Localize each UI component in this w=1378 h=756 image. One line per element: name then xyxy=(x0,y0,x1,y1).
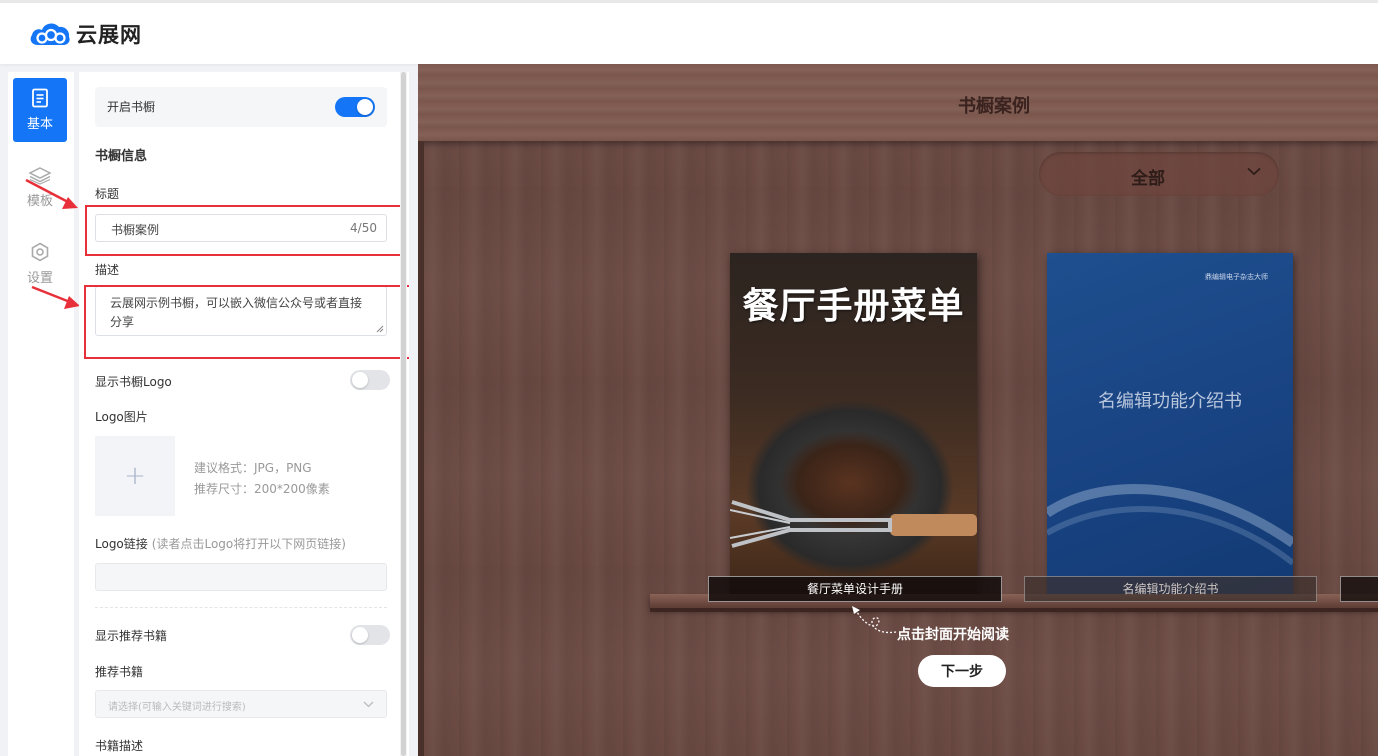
show-recommend-label: 显示推荐书籍 xyxy=(95,629,168,643)
enable-bookcase-label: 开启书橱 xyxy=(107,100,156,114)
plus-icon: + xyxy=(124,461,146,491)
show-recommend-toggle[interactable] xyxy=(350,625,390,645)
logo-link-title: Logo链接 xyxy=(95,537,148,551)
next-step-button[interactable]: 下一步 xyxy=(918,655,1006,687)
chevron-down-icon xyxy=(1247,167,1261,176)
fork-illustration xyxy=(730,500,977,548)
logo-link-input[interactable] xyxy=(95,563,387,591)
title-highlight-box xyxy=(85,205,403,256)
recommend-select-placeholder: 请选择(可输入关键词进行搜索) xyxy=(108,702,246,713)
logo-image-label: Logo图片 xyxy=(95,410,148,424)
book-description-label: 书籍描述 xyxy=(95,739,144,753)
description-label: 描述 xyxy=(95,263,120,277)
category-selected-value: 全部 xyxy=(1131,169,1165,189)
book-label-restaurant-menu[interactable]: 餐厅菜单设计手册 xyxy=(708,576,1002,602)
enable-bookcase-row: 开启书橱 xyxy=(95,87,387,127)
bookcase-preview: 书橱案例 全部 餐厅手册菜单 鼎编辑电子杂志大师 名编辑功能介绍书 餐厅菜单设计… xyxy=(418,64,1378,756)
recommend-books-label: 推荐书籍 xyxy=(95,665,144,679)
logo-upload-button[interactable]: + xyxy=(95,436,175,516)
recommend-books-select[interactable]: 请选择(可输入关键词进行搜索) xyxy=(95,690,387,718)
shelf-board-edge xyxy=(650,608,1378,612)
settings-panel: 开启书橱 书橱信息 标题 书橱案例 4/50 描述 云展网示例书橱，可以嵌入微信… xyxy=(79,72,409,756)
book-cover-title: 餐厅手册菜单 xyxy=(742,286,965,327)
book-label-partial[interactable] xyxy=(1340,576,1378,602)
book-cover-title: 名编辑功能介绍书 xyxy=(1098,391,1242,412)
show-logo-label: 显示书橱Logo xyxy=(95,375,172,389)
description-highlight-box xyxy=(84,285,409,359)
shelf-side-post xyxy=(418,141,424,756)
shelf-title: 书橱案例 xyxy=(958,96,1030,117)
book-cover-restaurant-menu[interactable]: 餐厅手册菜单 xyxy=(730,253,977,603)
book-label-editor-intro[interactable]: 名编辑功能介绍书 xyxy=(1024,576,1317,602)
chevron-down-icon xyxy=(363,701,374,708)
logo-link-label: Logo链接 (读者点击Logo将打开以下网页链接) xyxy=(95,535,346,552)
hint-text: 点击封面开始阅读 xyxy=(897,627,1009,643)
logo-format-hint: 建议格式：JPG，PNG xyxy=(194,461,312,475)
logo-size-hint: 推荐尺寸：200*200像素 xyxy=(194,482,330,496)
book-cover-editor-intro[interactable]: 鼎编辑电子杂志大师 名编辑功能介绍书 xyxy=(1047,253,1293,603)
hint-arrow-icon xyxy=(852,606,897,634)
section-title: 书橱信息 xyxy=(95,149,148,164)
top-bar: 云展网 xyxy=(0,0,1378,64)
shelf-header-board: 书橱案例 xyxy=(418,64,1378,141)
section-divider xyxy=(95,607,387,608)
book-cover-publisher: 鼎编辑电子杂志大师 xyxy=(1205,273,1268,281)
title-label: 标题 xyxy=(95,187,120,201)
panel-scrollbar-thumb[interactable] xyxy=(401,72,406,756)
logo-link-hint: (读者点击Logo将打开以下网页链接) xyxy=(151,537,346,551)
category-dropdown[interactable]: 全部 xyxy=(1039,152,1279,196)
show-logo-toggle[interactable] xyxy=(350,370,390,390)
enable-bookcase-toggle[interactable] xyxy=(335,97,375,117)
